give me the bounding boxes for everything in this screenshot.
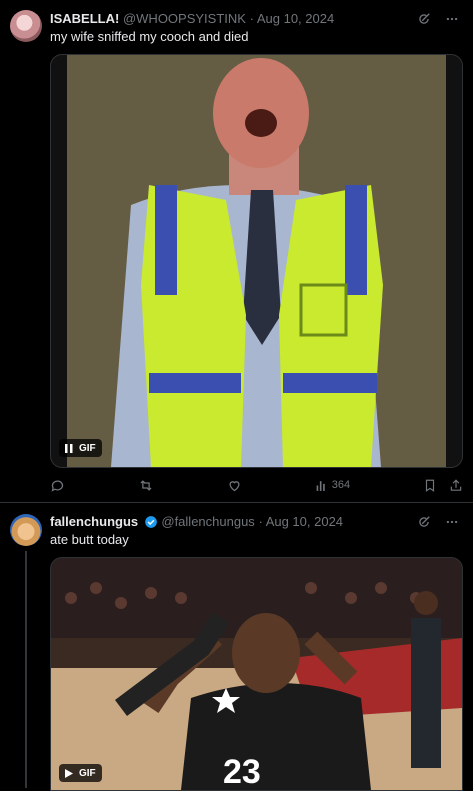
more-icon[interactable] [443, 10, 461, 28]
gif-label: GIF [79, 767, 96, 779]
avatar[interactable] [10, 10, 42, 42]
share-button[interactable] [449, 478, 463, 493]
views-button[interactable]: 364 [315, 479, 350, 492]
more-icon[interactable] [443, 513, 461, 531]
reply-button[interactable] [50, 478, 65, 493]
avatar[interactable] [10, 514, 42, 546]
handle[interactable]: @WHOOPSYISTINK [123, 11, 246, 26]
timestamp[interactable]: Aug 10, 2024 [266, 514, 343, 529]
retweet-button[interactable] [138, 478, 154, 493]
tweet-text: ate butt today [50, 532, 129, 547]
grok-icon[interactable] [415, 10, 433, 28]
tweet-top-icons [415, 10, 461, 28]
tweet-actions: 364 [50, 475, 463, 495]
tweet-header: ISABELLA! @WHOOPSYISTINK · Aug 10, 2024 [50, 11, 413, 26]
like-icon [229, 480, 240, 491]
gif-badge[interactable]: GIF [59, 764, 102, 782]
display-name[interactable]: ISABELLA! [50, 11, 119, 26]
tweet-text: my wife sniffed my cooch and died [50, 29, 249, 44]
tweet-top-icons [415, 513, 461, 531]
share-icon [450, 478, 462, 491]
separator: · [258, 514, 263, 529]
like-button[interactable] [227, 478, 242, 493]
verified-badge-icon [144, 516, 157, 528]
views-count: 364 [331, 479, 351, 491]
display-name[interactable]: fallenchungus [50, 514, 138, 529]
gif-frame-image [51, 55, 462, 467]
thread-line [25, 551, 27, 788]
pause-icon [65, 443, 73, 453]
separator: · [249, 11, 254, 26]
timestamp[interactable]: Aug 10, 2024 [257, 11, 334, 26]
views-icon [316, 480, 325, 491]
tweet-header: fallenchungus @fallenchungus · Aug 10, 2… [50, 514, 413, 529]
tweet[interactable]: fallenchungus @fallenchungus · Aug 10, 2… [0, 503, 473, 791]
gif-label: GIF [79, 442, 96, 454]
tweet-media-gif[interactable]: GIF [50, 54, 463, 468]
tweet-media-gif[interactable]: 23 GIF [50, 557, 463, 791]
handle[interactable]: @fallenchungus [161, 514, 254, 529]
grok-icon[interactable] [415, 513, 433, 531]
jersey-number: 23 [223, 753, 261, 790]
bookmark-icon [425, 479, 435, 492]
retweet-icon [140, 479, 152, 491]
tweet[interactable]: ISABELLA! @WHOOPSYISTINK · Aug 10, 2024 … [0, 0, 473, 503]
bookmark-button[interactable] [423, 478, 437, 493]
gif-badge[interactable]: GIF [59, 439, 102, 457]
play-icon [65, 768, 73, 778]
gif-frame-image: 23 [51, 558, 462, 790]
reply-icon [51, 480, 64, 492]
